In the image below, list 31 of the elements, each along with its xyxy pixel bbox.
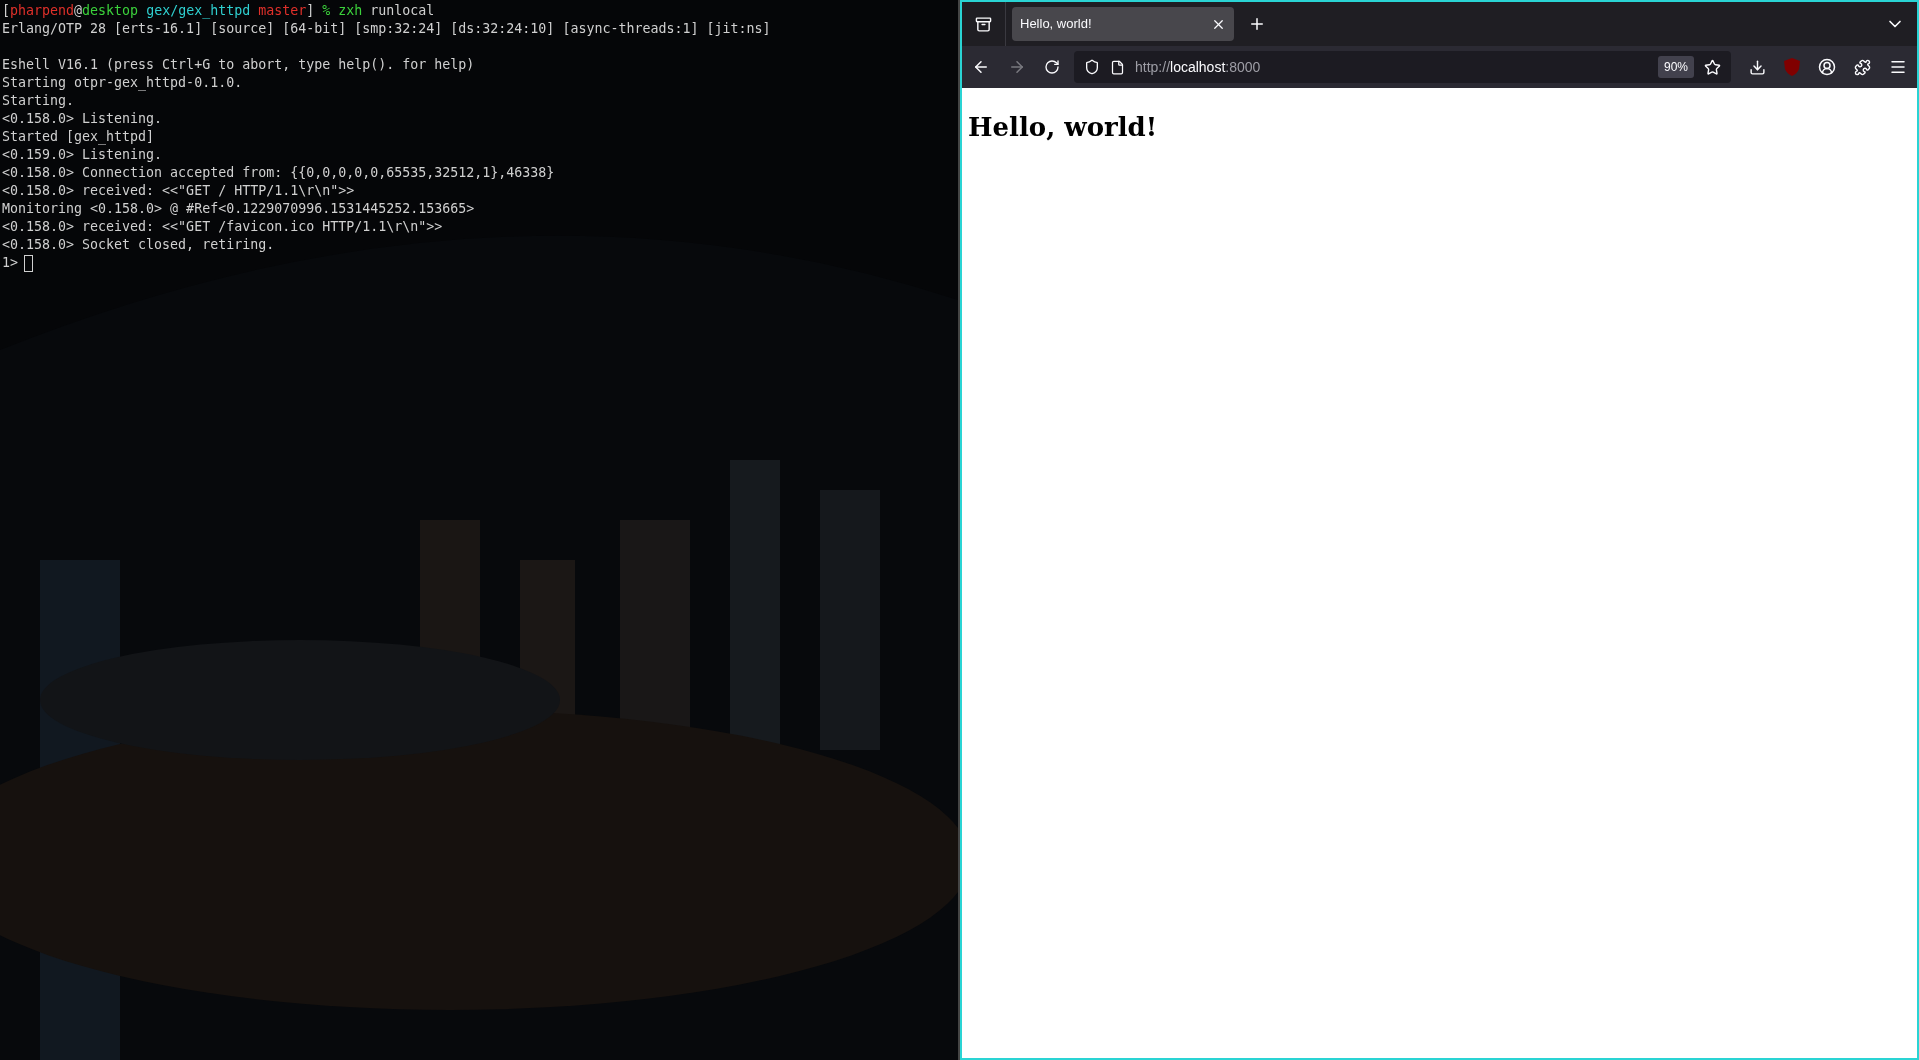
puzzle-icon[interactable] [1854, 58, 1871, 76]
address-bar[interactable]: http://localhost:8000 90% [1074, 51, 1731, 83]
new-tab-icon[interactable] [1248, 15, 1266, 33]
terminal-line: <0.158.0> Connection accepted from: {{0,0,0,0,0,65535,32512,1},46338} [2, 164, 556, 182]
terminal-line: Monitoring <0.158.0> @ #Ref<0.1229070996.1531445252.153665> [2, 200, 476, 218]
terminal-line: <0.158.0> received: <<"GET /favicon.ico HTTP/1.1\r\n">> [2, 218, 444, 236]
url-text: http://localhost:8000 [1135, 57, 1261, 77]
shield-icon[interactable] [1084, 59, 1100, 75]
menu-icon[interactable] [1889, 58, 1907, 76]
page-icon [1110, 59, 1125, 75]
terminal-line: <0.158.0> received: <<"GET / HTTP/1.1\r\n">> [2, 182, 356, 200]
terminal-line: Erlang/OTP 28 [erts-16.1] [source] [64-bit] [smp:32:24] [ds:32:24:10] [async-threads:1] [jit:ns] [2, 20, 772, 38]
reload-icon[interactable] [1044, 59, 1060, 75]
terminal-line: <0.159.0> Listening. [2, 146, 164, 164]
star-icon[interactable] [1704, 58, 1721, 76]
back-icon[interactable] [972, 58, 990, 76]
terminal-line: Starting otpr-gex_httpd-0.1.0. [2, 74, 244, 92]
terminal-line: Started [gex_httpd] [2, 128, 156, 146]
zoom-level[interactable]: 90% [1657, 56, 1694, 78]
terminal-line: Starting. [2, 92, 76, 110]
terminal-prompt: 1> [2, 254, 18, 272]
terminal-line: Eshell V16.1 (press Ctrl+G to abort, type help(). for help) [2, 56, 476, 74]
terminal-line: <0.158.0> Socket closed, retiring. [2, 236, 276, 254]
download-icon[interactable] [1749, 58, 1766, 76]
browser-tab[interactable]: Hello, world! [1012, 7, 1234, 41]
cursor-icon [24, 254, 33, 272]
terminal-line: <0.158.0> Listening. [2, 110, 164, 128]
terminal-line: [pharpend@desktop gex/gex_httpd master] % zxh runlocal [2, 2, 436, 20]
tab-list-icon[interactable] [975, 15, 992, 33]
page-heading: Hello, world! [968, 111, 1159, 144]
account-icon[interactable] [1818, 58, 1836, 76]
